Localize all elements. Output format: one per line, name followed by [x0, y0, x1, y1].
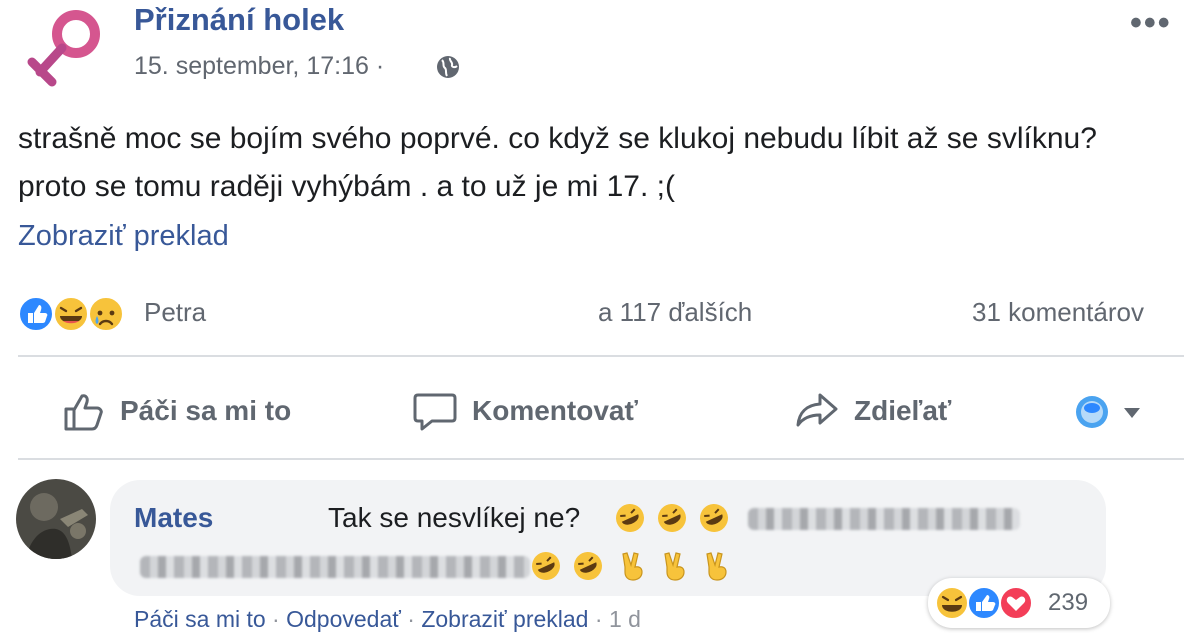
comment-actions: Páči sa mi to · Odpovedať · Zobraziť pre…: [134, 606, 641, 633]
rolling-laughing-emoji-icon: [532, 552, 560, 580]
post-text: strašně moc se bojím svého poprvé. co kd…: [18, 122, 1097, 203]
share-button[interactable]: Zdieľať: [794, 385, 951, 437]
rolling-laughing-emoji-icon: [574, 552, 602, 580]
reaction-names[interactable]: Petra: [144, 297, 206, 328]
sad-reaction-icon: [88, 296, 124, 332]
more-options-button[interactable]: •••: [1130, 4, 1172, 43]
comment-age[interactable]: 1 d: [609, 606, 641, 632]
comment-label: Komentovať: [472, 395, 638, 426]
page-name[interactable]: Přiznání holek: [134, 2, 344, 38]
separator: ·: [594, 606, 603, 632]
blurred-text: [140, 556, 530, 578]
see-translation-link[interactable]: Zobraziť preklad: [18, 220, 229, 253]
share-arrow-icon: [796, 393, 838, 427]
separator: ·: [272, 606, 280, 632]
post-timestamp[interactable]: 15. september, 17:16 ·: [134, 52, 384, 81]
victory-hand-emoji-icon: [706, 552, 727, 581]
reaction-icons[interactable]: [16, 294, 136, 334]
commenter-avatar[interactable]: [16, 479, 96, 559]
haha-reaction-icon: [53, 296, 89, 332]
reaction-others[interactable]: a 117 ďalších: [598, 297, 752, 328]
comment-count-link[interactable]: 31 komentárov: [972, 297, 1144, 328]
comment-text: Tak se nesvlíkej ne?: [328, 502, 581, 533]
comment-like-link[interactable]: Páči sa mi to: [134, 606, 266, 632]
page-logo-female-symbol[interactable]: [18, 4, 114, 90]
divider: [18, 458, 1184, 460]
like-button[interactable]: Páči sa mi to: [62, 385, 291, 437]
like-reaction-icon: [18, 296, 54, 332]
victory-hand-emoji-icon: [622, 552, 643, 581]
chevron-down-icon: [1124, 408, 1140, 418]
love-reaction-icon: [999, 586, 1033, 620]
comment-reaction-count[interactable]: 239: [1048, 589, 1088, 617]
commenter-name[interactable]: Mates: [134, 502, 213, 534]
timestamp-text[interactable]: 15. september, 17:16: [134, 52, 369, 80]
comment-reaction-icons[interactable]: [934, 585, 1044, 621]
like-label: Páči sa mi to: [120, 395, 292, 426]
separator: ·: [407, 606, 415, 632]
timestamp-separator: ·: [375, 52, 385, 80]
comment-bubble-icon: [413, 393, 457, 431]
comment-translate-link[interactable]: Zobraziť preklad: [421, 606, 588, 632]
share-label: Zdieľať: [854, 395, 952, 426]
thumbs-up-icon: [64, 394, 103, 431]
like-reaction-icon: [967, 586, 1001, 620]
haha-reaction-icon: [935, 586, 969, 620]
victory-hand-emoji-icon: [664, 552, 685, 581]
rolling-laughing-emoji-icon: [658, 504, 686, 532]
comment-reply-link[interactable]: Odpovedať: [286, 606, 401, 632]
divider: [18, 355, 1184, 357]
comment-button[interactable]: Komentovať: [412, 385, 638, 437]
globe-icon[interactable]: [436, 55, 460, 79]
rolling-laughing-emoji-icon: [700, 504, 728, 532]
audience-selector[interactable]: [1072, 392, 1152, 432]
rolling-laughing-emoji-icon: [616, 504, 644, 532]
blurred-text: [748, 508, 1020, 530]
